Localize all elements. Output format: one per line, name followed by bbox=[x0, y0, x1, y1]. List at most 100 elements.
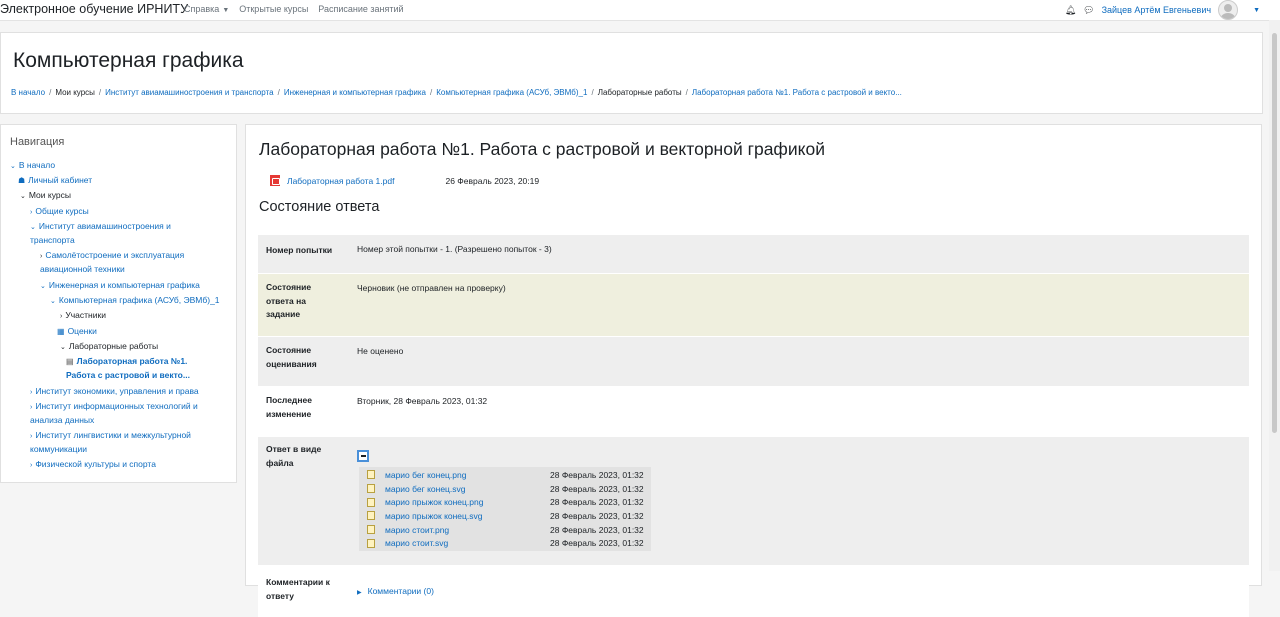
nav-item-linguistics-cont[interactable]: коммуникации bbox=[30, 443, 245, 455]
row-label: Состояние оценивания bbox=[258, 336, 349, 387]
main-content: Лабораторная работа №1. Работа с растров… bbox=[245, 124, 1262, 617]
modified-label: изменение bbox=[266, 408, 312, 419]
file-link[interactable]: марио бег конец.svg bbox=[385, 484, 550, 494]
chevron-right-icon: › bbox=[30, 433, 33, 440]
chevron-right-icon: › bbox=[30, 389, 33, 396]
chevron-down-icon[interactable]: ▼ bbox=[1253, 7, 1260, 14]
nav-item-participants[interactable]: › Участники bbox=[60, 309, 275, 323]
chevron-down-icon: ⌄ bbox=[40, 283, 46, 290]
row-label: Последнее изменение bbox=[258, 386, 349, 437]
nav-item-linguistics[interactable]: › Институт лингвистики и межкультурной bbox=[30, 429, 245, 443]
nav-item-aircraft[interactable]: › Самолётостроение и эксплуатация bbox=[40, 249, 255, 263]
nav-item-economics[interactable]: › Институт экономики, управления и права bbox=[30, 385, 245, 399]
nav-item-sport[interactable]: › Физической культуры и спорта bbox=[30, 458, 245, 472]
menu-help[interactable]: Справка ▼ bbox=[184, 4, 229, 14]
user-menu-name[interactable]: Зайцев Артём Евгеньевич bbox=[1102, 5, 1211, 15]
nav-item-my-courses[interactable]: ⌄ Мои курсы bbox=[20, 189, 235, 203]
table-row: Состояние оценивания Не оценено bbox=[258, 336, 1249, 387]
menu-schedule[interactable]: Расписание занятий bbox=[318, 4, 403, 14]
submission-label: задание bbox=[266, 309, 301, 319]
menu-open-courses[interactable]: Открытые курсы bbox=[239, 4, 308, 14]
navigation-title: Навигация bbox=[10, 136, 65, 148]
row-value: марио бег конец.png 28 Февраль 2023, 01:3… bbox=[349, 436, 1249, 566]
nav-item-label: Лабораторная работа №1. bbox=[76, 356, 188, 366]
nav-item-home[interactable]: ⌄ В начало bbox=[10, 159, 225, 173]
section-title: Состояние ответа bbox=[259, 199, 380, 215]
attachment-link[interactable]: Лабораторная работа 1.pdf bbox=[287, 176, 394, 186]
chat-icon[interactable]: 💬︎ bbox=[1083, 5, 1094, 16]
files-label: файла bbox=[266, 457, 294, 468]
table-row: Комментарии к ответу ▶ Комментарии (0) bbox=[258, 565, 1249, 617]
nav-item-it-cont[interactable]: анализа данных bbox=[30, 414, 245, 426]
breadcrumb-institute[interactable]: Институт авиамашиностроения и транспорта bbox=[105, 88, 273, 97]
nav-item-grades[interactable]: ▦ Оценки bbox=[57, 325, 272, 338]
list-item: марио стоит.svg 28 Февраль 2023, 01:32 bbox=[359, 536, 651, 550]
nav-item-eng-graphics[interactable]: ⌄ Инженерная и компьютерная графика bbox=[40, 279, 255, 293]
avatar[interactable] bbox=[1218, 0, 1239, 20]
nav-item-label: Компьютерная графика (АСУб, ЭВМб)_1 bbox=[58, 295, 220, 305]
file-link[interactable]: марио прыжок конец.png bbox=[385, 497, 550, 507]
nav-item-aviation-cont[interactable]: транспорта bbox=[30, 234, 245, 246]
breadcrumb-activity[interactable]: Лабораторная работа №1. Работа с растров… bbox=[692, 88, 902, 97]
nav-item-label: Самолётостроение и эксплуатация bbox=[45, 250, 185, 260]
attempt-value: Номер этой попытки - 1. (Разрешено попыт… bbox=[357, 244, 552, 254]
dashboard-icon: ☗ bbox=[18, 176, 26, 185]
top-navbar: Электронное обучение ИРНИТУ Справка ▼ Отк… bbox=[0, 0, 1280, 21]
nav-item-dashboard[interactable]: ☗ Личный кабинет bbox=[18, 174, 233, 187]
file-link[interactable]: марио бег конец.png bbox=[385, 470, 550, 480]
nav-item-label: Институт информационных технологий и bbox=[35, 401, 198, 411]
breadcrumb: В начало / Мои курсы / Институт авиамашиност… bbox=[11, 88, 902, 97]
table-row: Ответ в виде файла марио бег конец.png 28 … bbox=[258, 436, 1249, 566]
nav-item-labs[interactable]: ⌄ Лабораторные работы bbox=[60, 340, 275, 354]
nav-item-label: Институт экономики, управления и права bbox=[35, 386, 199, 396]
nav-item-label: Инженерная и компьютерная графика bbox=[48, 280, 200, 290]
file-tree: марио бег конец.png 28 Февраль 2023, 01:3… bbox=[359, 467, 651, 552]
bell-icon[interactable]: 🔔︎ bbox=[1065, 5, 1076, 16]
row-value: ▶ Комментарии (0) bbox=[349, 565, 1249, 617]
chevron-down-icon: ⌄ bbox=[20, 193, 26, 200]
comments-toggle[interactable]: ▶ Комментарии (0) bbox=[357, 586, 434, 596]
comments-label: Комментарии к bbox=[266, 577, 330, 587]
submission-value: Черновик (не отправлен на проверку) bbox=[357, 283, 506, 293]
file-date: 28 Февраль 2023, 01:32 bbox=[550, 483, 644, 494]
nav-item-it[interactable]: › Институт информационных технологий и bbox=[30, 400, 245, 414]
file-link[interactable]: марио прыжок конец.svg bbox=[385, 511, 550, 521]
breadcrumb-course[interactable]: Компьютерная графика (АСУб, ЭВМб)_1 bbox=[436, 88, 587, 97]
breadcrumb-home[interactable]: В начало bbox=[11, 88, 45, 97]
row-value: Номер этой попытки - 1. (Разрешено попыт… bbox=[349, 235, 1249, 274]
image-file-icon bbox=[367, 484, 375, 494]
nav-item-general-courses[interactable]: › Общие курсы bbox=[30, 205, 245, 219]
nav-item-course[interactable]: ⌄ Компьютерная графика (АСУб, ЭВМб)_1 bbox=[50, 294, 265, 308]
nav-item-label: Работа с растровой и векто... bbox=[66, 370, 190, 380]
comments-link: Комментарии (0) bbox=[367, 586, 434, 596]
caret-right-icon: ▶ bbox=[357, 590, 362, 596]
nav-item-label: Участники bbox=[65, 310, 106, 320]
breadcrumb-section[interactable]: Лабораторные работы bbox=[598, 88, 682, 97]
site-brand[interactable]: Электронное обучение ИРНИТУ bbox=[0, 2, 188, 16]
file-date: 28 Февраль 2023, 01:32 bbox=[550, 469, 644, 480]
submission-status-table: Номер попытки Номер этой попытки - 1. (Р… bbox=[258, 235, 1249, 617]
grading-label: Состояние bbox=[266, 345, 312, 355]
nav-item-aviation[interactable]: ⌄ Институт авиамашиностроения и bbox=[30, 220, 245, 234]
collapse-toggle-icon[interactable] bbox=[357, 450, 369, 462]
row-label: Номер попытки bbox=[258, 235, 349, 274]
row-value: Не оценено bbox=[349, 336, 1249, 387]
image-file-icon bbox=[367, 470, 375, 480]
submission-label: Состояние bbox=[266, 282, 312, 292]
nav-item-label: транспорта bbox=[30, 235, 75, 245]
nav-item-label: коммуникации bbox=[30, 444, 88, 454]
breadcrumb-separator: / bbox=[430, 88, 433, 97]
comments-label: ответу bbox=[266, 590, 294, 601]
page-scrollbar-thumb[interactable] bbox=[1272, 33, 1277, 433]
chevron-right-icon: › bbox=[30, 404, 33, 411]
page-title: Компьютерная графика bbox=[13, 49, 244, 72]
file-link[interactable]: марио стоит.png bbox=[385, 525, 550, 535]
grading-label: оценивания bbox=[266, 358, 317, 369]
nav-item-aircraft-cont[interactable]: авиационной техники bbox=[40, 263, 255, 275]
breadcrumb-department[interactable]: Инженерная и компьютерная графика bbox=[284, 88, 426, 97]
chevron-right-icon: › bbox=[40, 253, 43, 260]
file-link[interactable]: марио стоит.svg bbox=[385, 538, 550, 548]
breadcrumb-separator: / bbox=[277, 88, 280, 97]
files-label: Ответ в виде bbox=[266, 444, 322, 454]
breadcrumb-my-courses[interactable]: Мои курсы bbox=[55, 88, 95, 97]
